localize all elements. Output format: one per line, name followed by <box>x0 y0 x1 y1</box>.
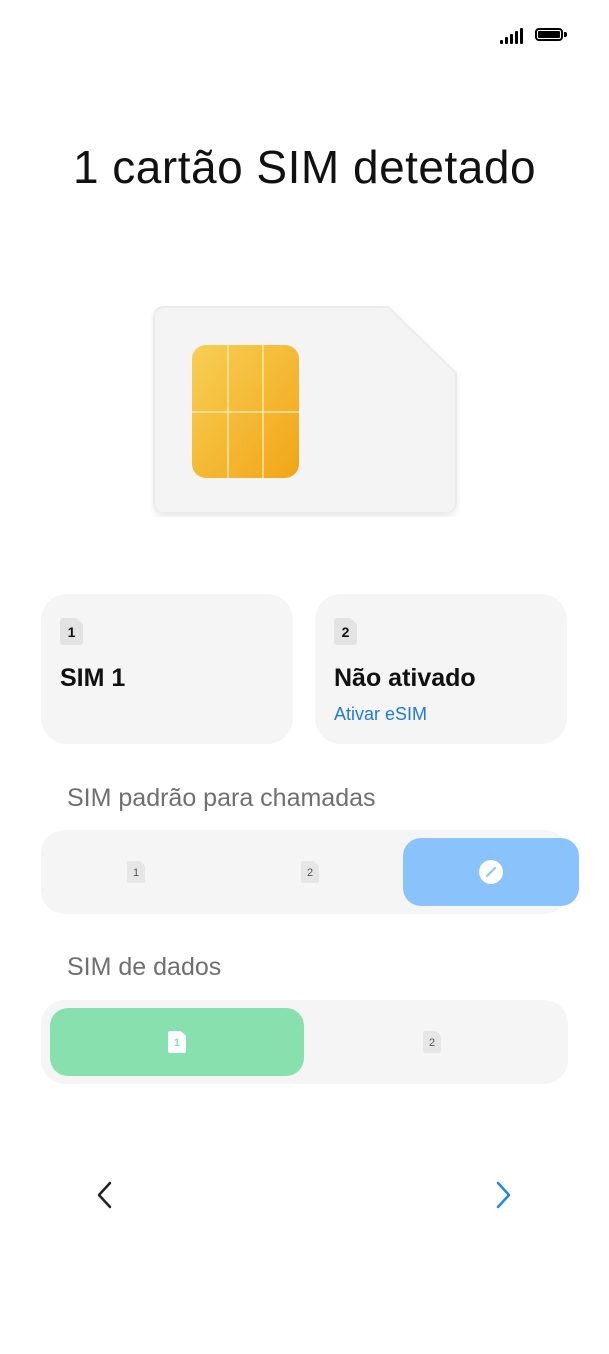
sim-1-name: SIM 1 <box>60 664 126 692</box>
signal-bars-icon <box>500 28 528 44</box>
sim-2-status: Não ativado <box>334 664 476 692</box>
activate-esim-link[interactable]: Ativar eSIM <box>334 704 427 725</box>
sim-card-2[interactable]: 2 Não ativado Ativar eSIM <box>315 594 567 744</box>
chevron-left-icon <box>97 1181 112 1209</box>
next-button[interactable] <box>484 1175 524 1215</box>
data-option-sim-1[interactable]: 1 <box>50 1008 304 1076</box>
sim-1-badge-icon: 1 <box>60 618 83 645</box>
data-sim-label: SIM de dados <box>67 953 222 981</box>
calls-option-sim-2[interactable]: 2 <box>236 830 403 914</box>
back-button[interactable] <box>86 1175 126 1215</box>
data-option-sim-2[interactable]: 2 <box>304 1000 568 1084</box>
page-title: 1 cartão SIM detetado <box>72 141 537 193</box>
sim-2-badge-icon: 2 <box>301 861 319 883</box>
edit-pencil-icon <box>479 860 503 884</box>
battery-full-icon <box>535 28 569 43</box>
chevron-right-icon <box>496 1181 511 1209</box>
sim-2-badge-icon: 2 <box>423 1031 441 1053</box>
calls-sim-label: SIM padrão para chamadas <box>67 784 376 812</box>
calls-option-ask[interactable] <box>403 838 579 906</box>
sim-1-badge-icon: 1 <box>168 1031 186 1053</box>
sim-1-badge-icon: 1 <box>127 861 145 883</box>
sim-card-1[interactable]: 1 SIM 1 <box>41 594 293 744</box>
sim-card-illustration <box>150 305 460 517</box>
calls-option-sim-1[interactable]: 1 <box>41 830 236 914</box>
sim-2-badge-icon: 2 <box>334 618 357 645</box>
